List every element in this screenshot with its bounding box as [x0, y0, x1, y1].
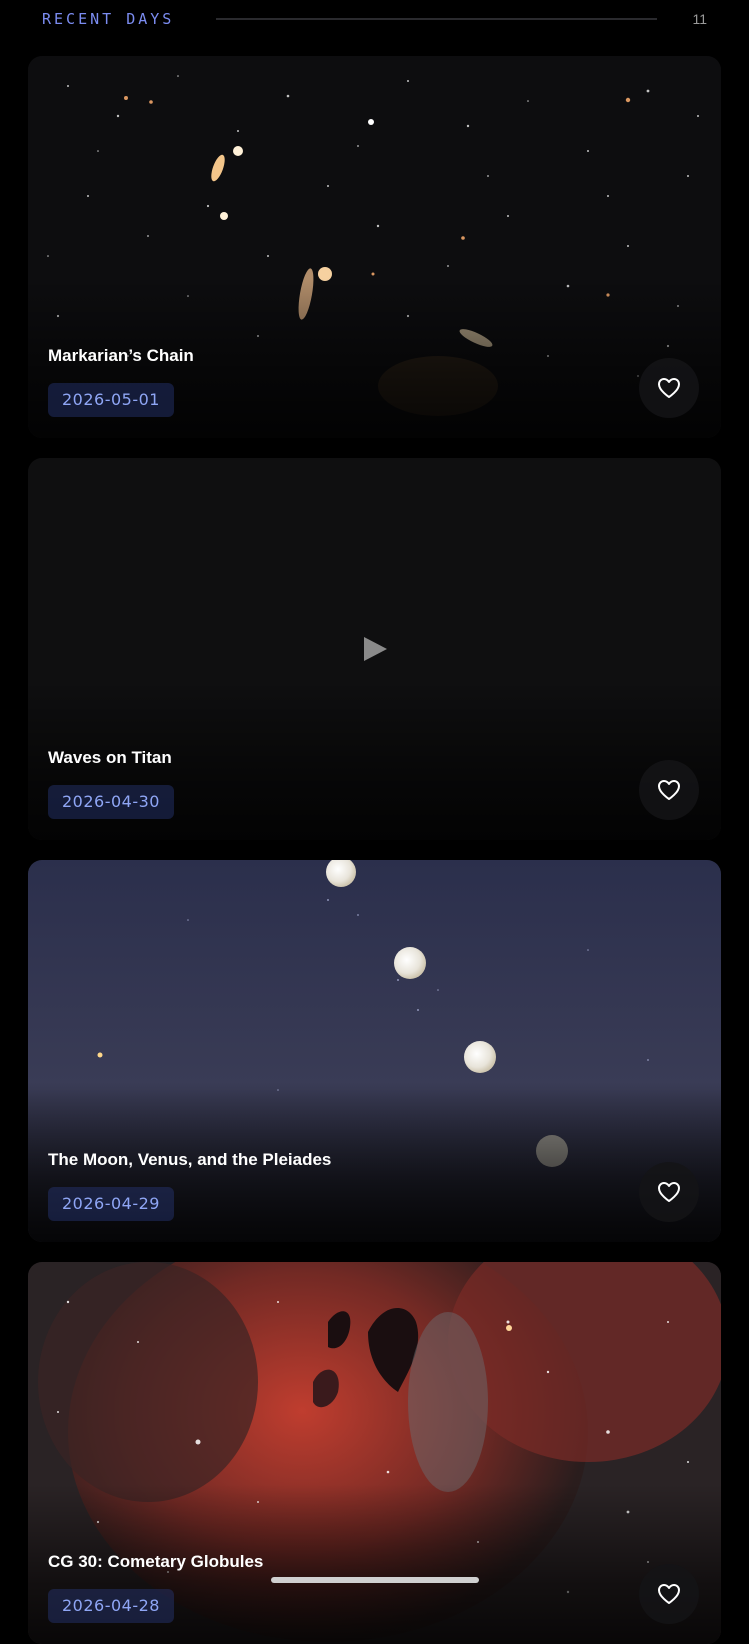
apod-card[interactable]: The Moon, Venus, and the Pleiades 2026-0…	[28, 860, 721, 1242]
card-title: The Moon, Venus, and the Pleiades	[48, 1150, 332, 1169]
favorite-button[interactable]	[639, 760, 699, 820]
heart-outline-icon	[658, 780, 680, 800]
card-title: CG 30: Cometary Globules	[48, 1552, 264, 1571]
apod-card[interactable]: Waves on Titan 2026-04-30	[28, 458, 721, 840]
card-title: Markarian’s Chain	[48, 346, 194, 365]
apod-card[interactable]: Markarian’s Chain 2026-05-01	[28, 56, 721, 438]
favorite-button[interactable]	[639, 358, 699, 418]
card-date-badge: 2026-05-01	[48, 383, 174, 417]
section-title: RECENT DAYS	[42, 10, 175, 28]
card-date-badge: 2026-04-30	[48, 785, 174, 819]
section-count: 11	[692, 11, 707, 27]
home-indicator[interactable]	[271, 1577, 479, 1583]
heart-outline-icon	[658, 1182, 680, 1202]
section-header: RECENT DAYS 11	[0, 0, 749, 40]
favorite-button[interactable]	[639, 1162, 699, 1222]
play-icon[interactable]	[362, 636, 388, 662]
heart-outline-icon	[658, 378, 680, 398]
favorite-button[interactable]	[639, 1564, 699, 1624]
apod-card[interactable]: CG 30: Cometary Globules 2026-04-28	[28, 1262, 721, 1644]
card-title: Waves on Titan	[48, 748, 172, 767]
card-date-badge: 2026-04-28	[48, 1589, 174, 1623]
section-divider	[216, 18, 657, 20]
card-date-badge: 2026-04-29	[48, 1187, 174, 1221]
heart-outline-icon	[658, 1584, 680, 1604]
